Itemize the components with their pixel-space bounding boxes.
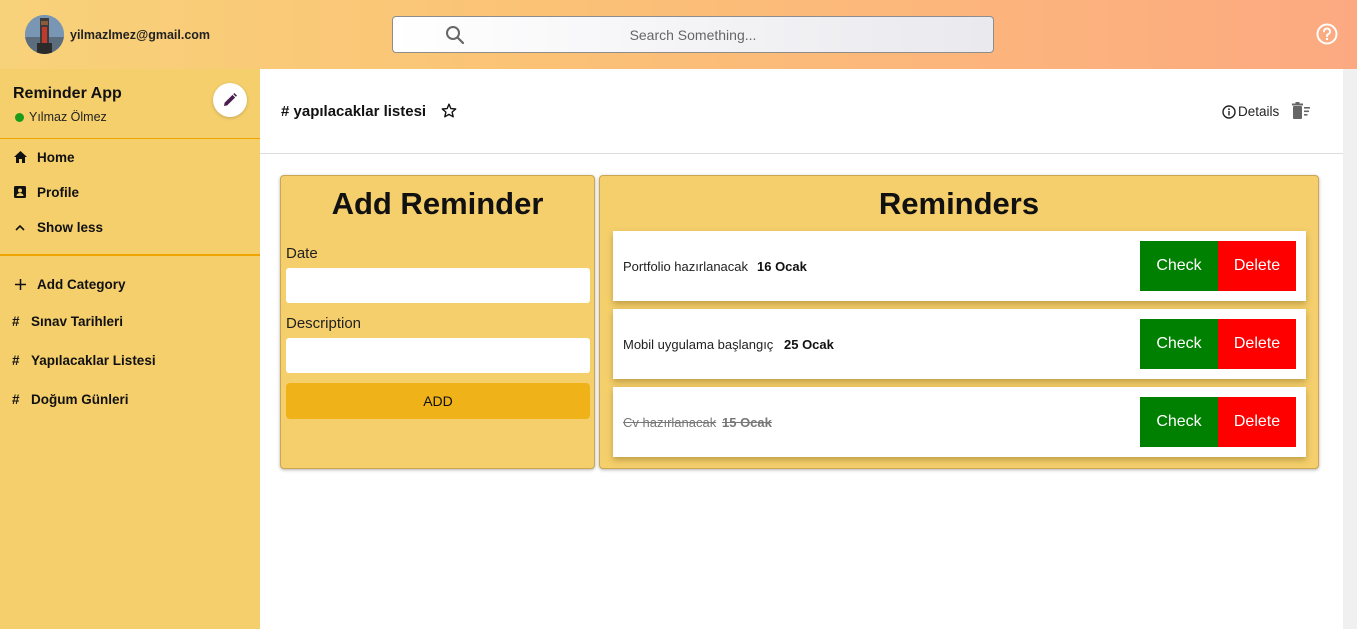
hash-icon: # — [12, 352, 20, 368]
description-label: Description — [286, 315, 362, 332]
app-user-name: Yılmaz Ölmez — [29, 110, 107, 124]
delete-button[interactable]: Delete — [1218, 241, 1296, 291]
sidebar-item-category[interactable]: # Yapılacaklar Listesi — [0, 346, 260, 374]
reminders-card: Reminders Portfolio hazırlanacak 16 Ocak… — [599, 175, 1319, 469]
search-input[interactable] — [393, 17, 993, 52]
hash-icon: # — [12, 313, 20, 329]
avatar[interactable] — [25, 15, 64, 54]
add-category-button[interactable]: Add Category — [0, 269, 260, 299]
app-title: Reminder App — [13, 85, 122, 102]
check-button[interactable]: Check — [1140, 397, 1218, 447]
reminder-date: 25 Ocak — [784, 337, 834, 352]
search-bar[interactable] — [392, 16, 994, 53]
user-email: yilmazlmez@gmail.com — [70, 27, 211, 42]
profile-icon — [13, 185, 27, 199]
home-icon — [13, 150, 27, 164]
reminder-date: 15 Ocak — [722, 415, 772, 430]
sidebar-item-category[interactable]: # Sınav Tarihleri — [0, 307, 260, 335]
pencil-icon — [224, 93, 237, 106]
check-button[interactable]: Check — [1140, 241, 1218, 291]
info-icon — [1222, 104, 1236, 119]
help-icon[interactable] — [1316, 23, 1338, 45]
add-category-label: Add Category — [37, 276, 126, 292]
sidebar-item-show-less[interactable]: Show less — [0, 212, 260, 242]
star-icon[interactable] — [441, 103, 457, 119]
date-field[interactable] — [286, 268, 590, 303]
category-label: Sınav Tarihleri — [31, 313, 124, 329]
date-label: Date — [286, 245, 318, 262]
scrollbar[interactable] — [1343, 69, 1357, 629]
add-reminder-title: Add Reminder — [331, 186, 544, 221]
user-info[interactable]: yilmazlmez@gmail.com — [25, 15, 210, 54]
reminder-item: Portfolio hazırlanacak 16 Ocak Check Del… — [613, 231, 1306, 301]
sidebar-divider — [0, 254, 260, 256]
reminder-item: Mobil uygulama başlangıç 25 Ocak Check D… — [613, 309, 1306, 379]
check-button[interactable]: Check — [1140, 319, 1218, 369]
reminder-text: Cv hazırlanacak — [623, 415, 717, 430]
sidebar-item-profile[interactable]: Profile — [0, 177, 260, 207]
add-reminder-card: Add Reminder Date Description ADD — [280, 175, 595, 469]
edit-button[interactable] — [213, 83, 247, 117]
details-label: Details — [1238, 104, 1280, 119]
page-title: # yapılacaklar listesi — [281, 103, 427, 120]
top-bar: yilmazlmez@gmail.com — [0, 0, 1357, 69]
reminders-title: Reminders — [878, 186, 1040, 221]
reminder-text: Mobil uygulama başlangıç — [623, 337, 774, 352]
plus-icon — [13, 277, 27, 291]
sidebar-item-home[interactable]: Home — [0, 142, 260, 172]
sidebar-item-label: Show less — [37, 219, 104, 235]
online-status-icon — [15, 113, 24, 122]
description-field[interactable] — [286, 338, 590, 373]
chevron-up-icon — [13, 220, 27, 234]
delete-button[interactable]: Delete — [1218, 319, 1296, 369]
main-header: # yapılacaklar listesi Details — [260, 69, 1343, 154]
sidebar-item-category[interactable]: # Doğum Günleri — [0, 385, 260, 413]
reminder-item: Cv hazırlanacak 15 Ocak Check Delete — [613, 387, 1306, 457]
delete-button[interactable]: Delete — [1218, 397, 1296, 447]
sidebar-header: Reminder App Yılmaz Ölmez — [0, 69, 260, 139]
add-button[interactable]: ADD — [286, 383, 590, 419]
sidebar: Reminder App Yılmaz Ölmez Home Profile S… — [0, 69, 260, 629]
reminder-date: 16 Ocak — [757, 259, 807, 274]
delete-list-icon[interactable] — [1291, 102, 1311, 120]
hash-icon: # — [12, 391, 20, 407]
category-label: Doğum Günleri — [31, 391, 129, 407]
sidebar-item-label: Home — [37, 149, 75, 165]
sidebar-item-label: Profile — [37, 184, 80, 200]
reminder-text: Portfolio hazırlanacak — [623, 259, 749, 274]
category-label: Yapılacaklar Listesi — [31, 352, 156, 368]
details-button[interactable]: Details — [1222, 104, 1279, 119]
